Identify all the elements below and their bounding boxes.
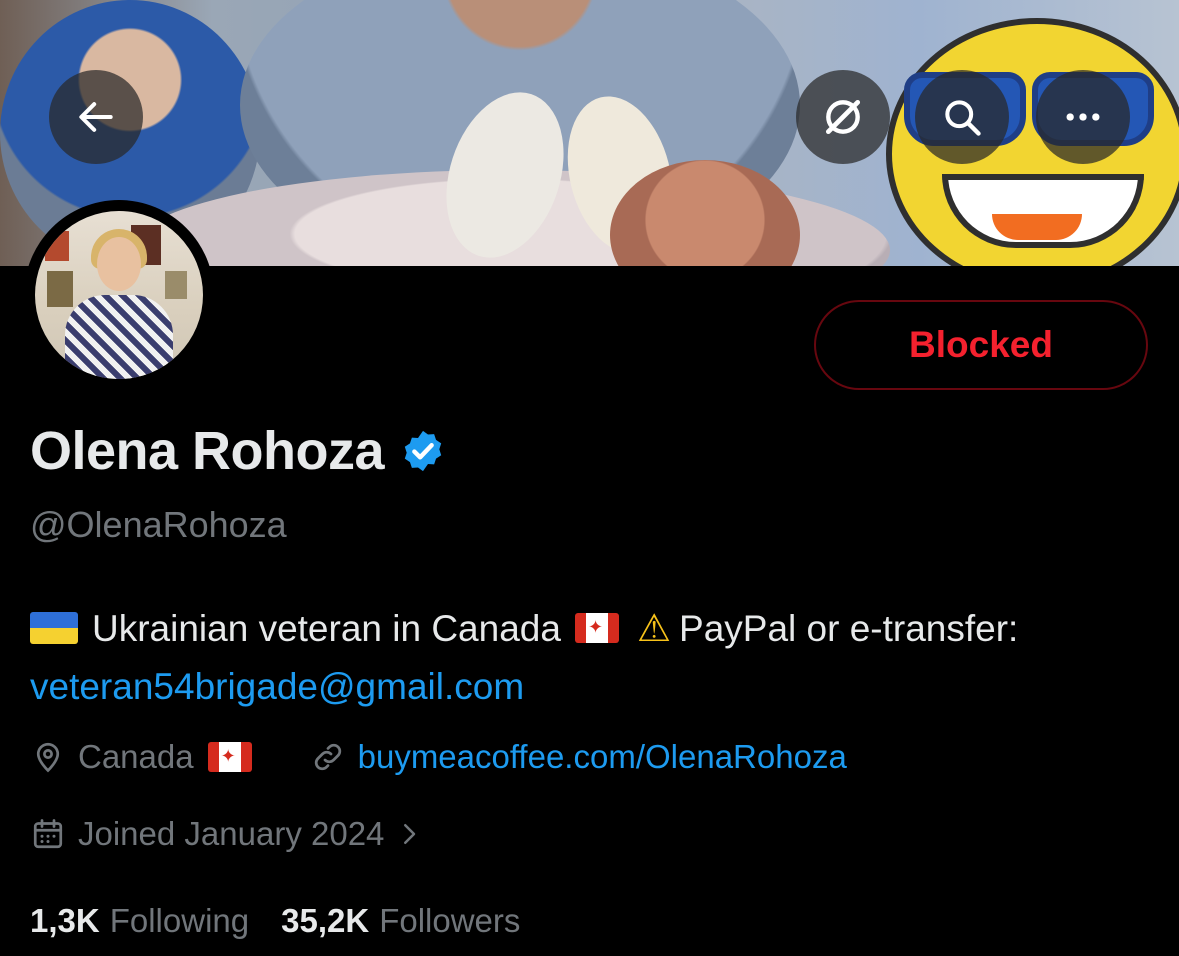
grok-button[interactable]: [796, 70, 890, 164]
bio-text-2: PayPal or e-transfer:: [679, 608, 1019, 649]
joined-row[interactable]: Joined January 2024: [30, 815, 424, 853]
profile-name: Olena Rohoza: [30, 421, 385, 481]
profile-name-row: Olena Rohoza: [30, 420, 446, 482]
slash-circle-icon: [825, 99, 861, 135]
verified-badge-icon[interactable]: [400, 428, 446, 474]
calendar-icon: [33, 819, 63, 849]
following-count: 1,3K: [30, 902, 100, 939]
following-label: Following: [109, 902, 250, 939]
joined-text: Joined January 2024: [78, 815, 385, 852]
location-row: Canada buymeacoffee.com/OlenaRohoza: [30, 738, 847, 776]
arrow-left-icon: [79, 102, 113, 132]
profile-handle: @OlenaRohoza: [30, 504, 287, 545]
canada-flag-icon: [207, 742, 252, 772]
more-horizontal-icon: [1066, 113, 1100, 121]
chevron-right-icon: [404, 824, 416, 844]
search-button[interactable]: [915, 70, 1009, 164]
location-pin-icon: [36, 742, 60, 773]
website-row[interactable]: buymeacoffee.com/OlenaRohoza: [310, 738, 847, 776]
warning-icon: ⚠: [636, 608, 672, 650]
followers-count: 35,2K: [281, 902, 370, 939]
more-button[interactable]: [1036, 70, 1130, 164]
followers-link[interactable]: 35,2K Followers: [281, 902, 520, 940]
bio-text-1: Ukrainian veteran in Canada: [92, 608, 561, 649]
following-link[interactable]: 1,3K Following: [30, 902, 249, 940]
bio-email-link[interactable]: veteran54brigade@gmail.com: [30, 666, 524, 707]
blocked-button[interactable]: Blocked: [814, 300, 1148, 390]
location-text: Canada: [78, 738, 194, 775]
follow-stats: 1,3K Following 35,2K Followers: [30, 902, 520, 940]
profile-bio: Ukrainian veteran in Canada ⚠PayPal or e-…: [30, 600, 1150, 716]
followers-label: Followers: [379, 902, 521, 939]
search-icon: [945, 100, 981, 136]
website-link[interactable]: buymeacoffee.com/OlenaRohoza: [358, 738, 847, 776]
ukraine-flag-icon: [30, 612, 78, 644]
back-button[interactable]: [49, 70, 143, 164]
avatar[interactable]: [24, 200, 214, 390]
canada-flag-icon: [574, 613, 619, 643]
link-icon: [314, 743, 341, 771]
avatar-photo: [35, 211, 203, 379]
